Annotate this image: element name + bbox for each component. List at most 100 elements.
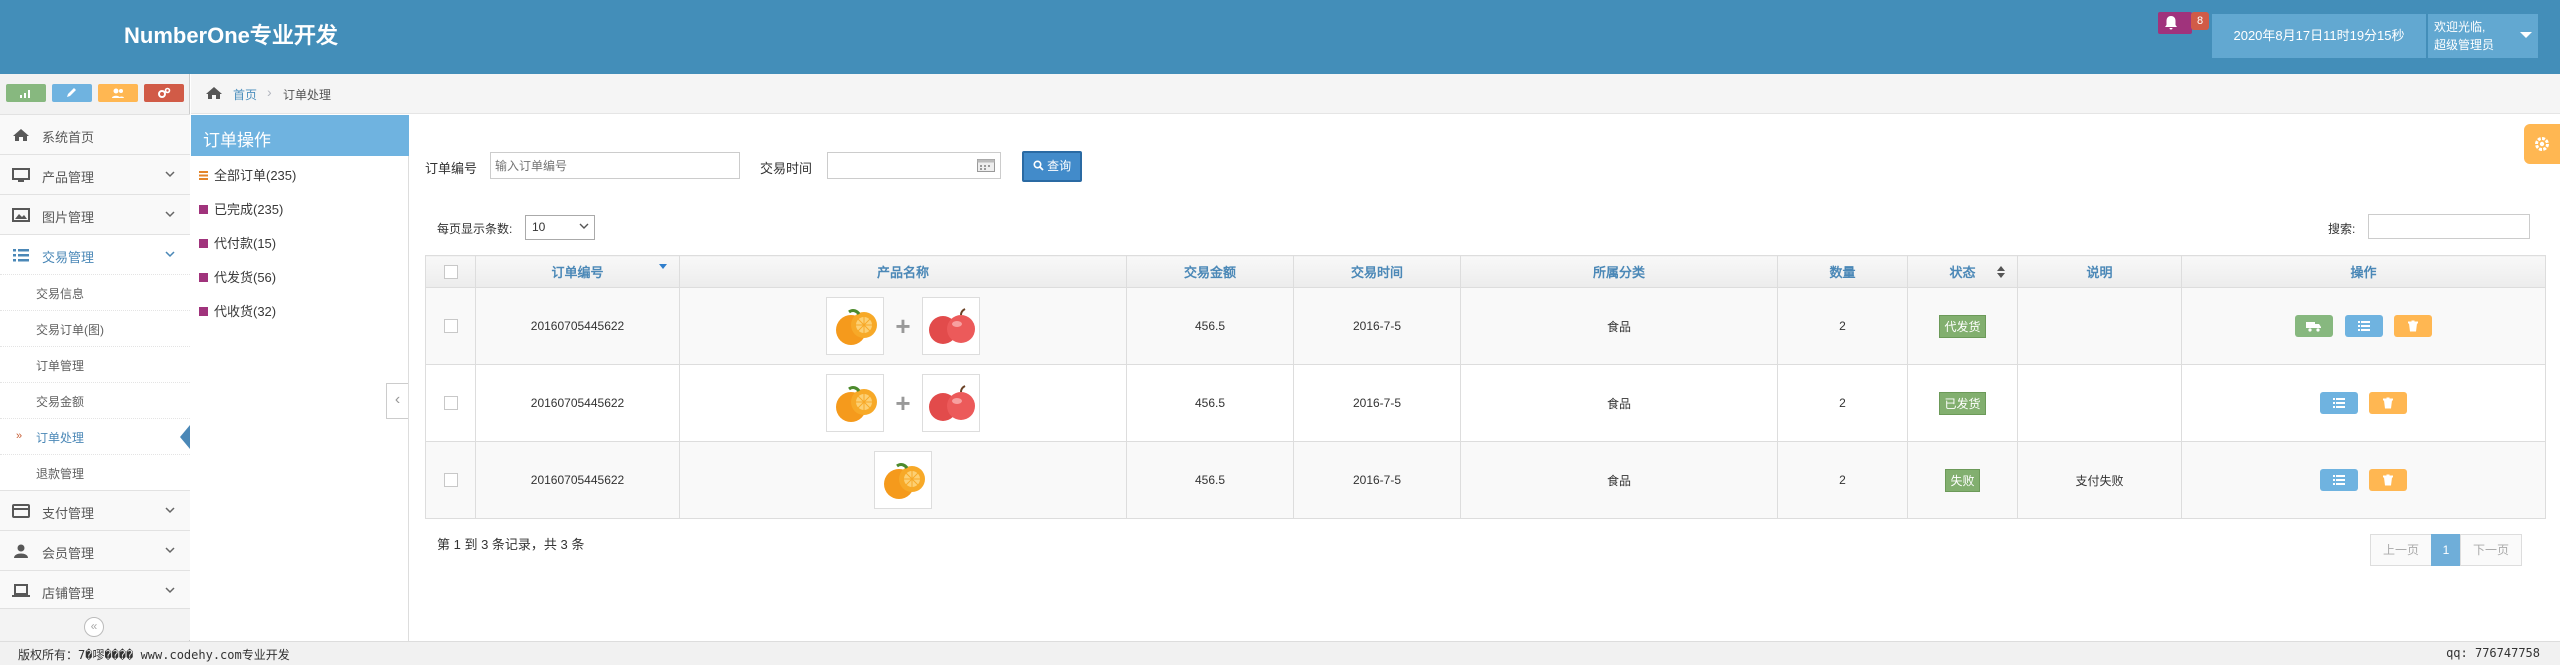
- order-no-input[interactable]: [490, 152, 740, 179]
- column-header-order-no[interactable]: 订单编号: [475, 255, 680, 288]
- notification-bell[interactable]: [2158, 12, 2192, 34]
- submenu-item-order-processing[interactable]: » 订单处理: [0, 418, 190, 454]
- view-details-button[interactable]: [2319, 469, 2358, 491]
- ship-button[interactable]: [2295, 315, 2334, 337]
- column-header-qty[interactable]: 数量: [1777, 255, 1908, 288]
- page-size-select[interactable]: 10: [525, 215, 595, 240]
- column-header-note[interactable]: 说明: [2017, 255, 2182, 288]
- row-checkbox[interactable]: [443, 319, 458, 334]
- shortcut-edit-button[interactable]: [52, 84, 92, 102]
- time-cell: 2016-7-5: [1293, 441, 1461, 519]
- order-filter-pending-shipment[interactable]: 代发货(56): [199, 267, 276, 286]
- desktop-icon: [12, 168, 30, 182]
- column-header-label: 产品名称: [876, 265, 929, 280]
- qty-cell: 2: [1777, 441, 1908, 519]
- amount-cell: 456.5: [1126, 364, 1294, 442]
- orange-image[interactable]: [826, 297, 885, 355]
- order-filter-pending-receipt[interactable]: 代收货(32): [199, 301, 276, 320]
- row-checkbox[interactable]: [443, 396, 458, 411]
- brand-title[interactable]: NumberOne专业开发: [124, 18, 338, 50]
- top-navbar: NumberOne专业开发 8 2020年8月17日11时19分15秒 欢迎光临…: [0, 0, 2560, 74]
- panel-collapse-toggle[interactable]: ‹: [386, 383, 408, 419]
- angle-left-icon: ‹: [394, 391, 401, 408]
- gear-icon: [2535, 137, 2549, 151]
- orange-icon: [836, 309, 878, 345]
- submenu-item-trade-orders-chart[interactable]: 交易订单(图): [0, 310, 190, 346]
- submenu-item-refund-management[interactable]: 退款管理: [0, 454, 190, 490]
- table-search-input[interactable]: [2368, 214, 2530, 239]
- apple-image[interactable]: [921, 297, 980, 355]
- column-header-product[interactable]: 产品名称: [679, 255, 1127, 288]
- column-header-amount[interactable]: 交易金额: [1126, 255, 1294, 288]
- column-header-category[interactable]: 所属分类: [1460, 255, 1778, 288]
- chevron-down-icon: [165, 507, 175, 514]
- shortcut-stats-button[interactable]: [6, 84, 46, 102]
- shortcut-settings-button[interactable]: [144, 84, 184, 102]
- product-cell: +: [679, 287, 1127, 365]
- delete-button[interactable]: [2369, 469, 2408, 491]
- order-filter-completed[interactable]: 已完成(235): [199, 199, 283, 218]
- settings-toggle[interactable]: [2524, 124, 2560, 164]
- sidebar-item-payments[interactable]: 支付管理: [0, 490, 190, 530]
- main-content: 订单编号 交易时间 查询 每页显示条数: 10 搜索: 订单编号 产品名称 交易…: [410, 115, 2560, 641]
- delete-button[interactable]: [2369, 392, 2408, 414]
- sidebar-item-transactions[interactable]: 交易管理: [0, 234, 190, 274]
- actions-cell: [2181, 287, 2546, 365]
- search-button[interactable]: 查询: [1022, 151, 1082, 182]
- order-filter-pending-payment[interactable]: 代付款(15): [199, 233, 276, 252]
- order-no-label: 订单编号: [425, 161, 478, 176]
- order-filter-label: 代收货(32): [214, 304, 277, 319]
- sidebar-item-pictures[interactable]: 图片管理: [0, 194, 190, 234]
- orange-image[interactable]: [826, 374, 885, 432]
- laptop-icon: [12, 584, 30, 597]
- table-row: 20160705445622 + 456.5 2016-7-5 食品 2 已发货: [425, 364, 2546, 442]
- double-angle-left-icon[interactable]: «: [84, 617, 104, 637]
- sidebar-item-home[interactable]: 系统首页: [0, 114, 190, 154]
- order-filter-all[interactable]: 全部订单(235): [199, 165, 296, 184]
- order-no-cell: 20160705445622: [475, 287, 680, 365]
- caret-down-icon[interactable]: [2520, 32, 2532, 38]
- sidebar-item-label: 交易管理: [42, 250, 95, 265]
- sidebar-item-label: 支付管理: [42, 506, 95, 521]
- amount-cell: 456.5: [1126, 441, 1294, 519]
- select-all-checkbox[interactable]: [443, 265, 458, 280]
- submenu-item-trade-info[interactable]: 交易信息: [0, 274, 190, 310]
- delete-button[interactable]: [2393, 315, 2432, 337]
- page-size-value: 10: [532, 220, 546, 234]
- order-filter-label: 代发货(56): [214, 270, 277, 285]
- transactions-submenu: 交易信息 交易订单(图) 订单管理 交易金额 » 订单处理 退款管理: [0, 274, 190, 490]
- category-cell: 食品: [1460, 441, 1778, 519]
- next-page-button[interactable]: 下一页: [2460, 534, 2522, 566]
- submenu-item-order-management[interactable]: 订单管理: [0, 346, 190, 382]
- orange-icon: [836, 386, 878, 422]
- user-icon: [14, 544, 28, 558]
- submenu-item-trade-amount[interactable]: 交易金额: [0, 382, 190, 418]
- prev-page-button[interactable]: 上一页: [2370, 534, 2432, 566]
- trash-icon: [2407, 320, 2418, 332]
- shortcut-users-button[interactable]: [98, 84, 138, 102]
- sidebar-item-stores[interactable]: 店铺管理: [0, 570, 190, 610]
- row-checkbox[interactable]: [443, 473, 458, 488]
- user-role: 超级管理员: [2434, 38, 2495, 52]
- sidebar-item-members[interactable]: 会员管理: [0, 530, 190, 570]
- order-filter-label: 代付款(15): [214, 236, 277, 251]
- note-cell: 支付失败: [2017, 441, 2182, 519]
- qty-cell: 2: [1777, 364, 1908, 442]
- calendar-icon[interactable]: [977, 159, 995, 172]
- view-details-button[interactable]: [2319, 392, 2358, 414]
- page-size-label: 每页显示条数:: [437, 222, 513, 236]
- column-header-time[interactable]: 交易时间: [1293, 255, 1461, 288]
- orange-image[interactable]: [874, 451, 932, 509]
- column-header-status[interactable]: 状态: [1907, 255, 2018, 288]
- list-icon: [2357, 321, 2370, 331]
- sidebar-item-products[interactable]: 产品管理: [0, 154, 190, 194]
- plus-icon: +: [895, 310, 911, 341]
- trade-time-input[interactable]: [827, 152, 1001, 179]
- table-info: 第 1 到 3 条记录，共 3 条: [437, 537, 585, 552]
- row-checkbox-cell: [425, 287, 476, 365]
- footer: 版权所有：7�嘐���� www.codehy.com专业开发 qq: 7767…: [0, 641, 2560, 665]
- breadcrumb-home-link[interactable]: 首页: [233, 86, 257, 103]
- view-details-button[interactable]: [2344, 315, 2383, 337]
- apple-image[interactable]: [921, 374, 980, 432]
- page-number-button[interactable]: 1: [2431, 534, 2461, 566]
